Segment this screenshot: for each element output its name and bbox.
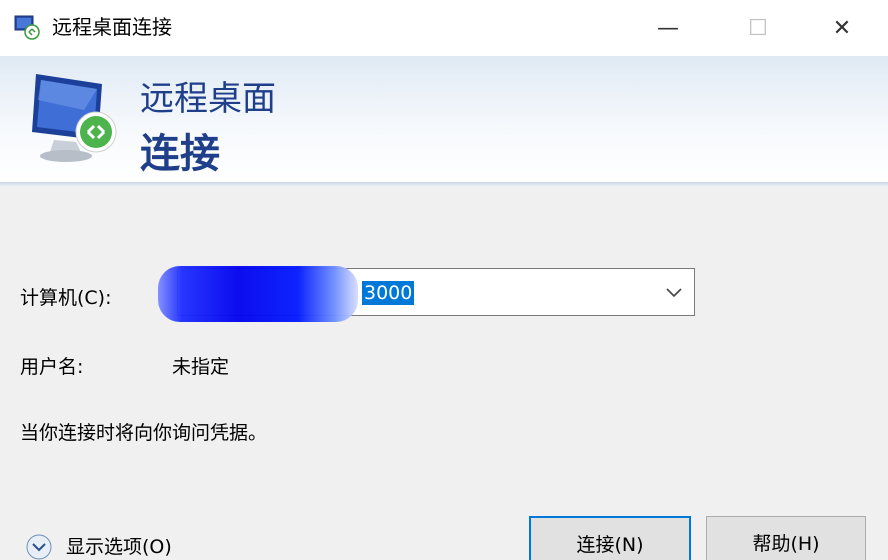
monitor-connection-icon [32,74,117,162]
help-button-label: 帮助(H) [752,533,820,555]
connect-button[interactable]: 连接(N) [529,516,691,560]
maximize-button[interactable]: ☐ [712,0,804,56]
window-title: 远程桌面连接 [52,15,172,39]
chevron-down-icon[interactable] [664,282,684,302]
connect-button-label: 连接(N) [576,534,644,556]
minimize-icon: — [657,15,679,41]
banner-divider [0,182,888,186]
remote-desktop-icon [14,15,40,40]
credentials-note: 当你连接时将向你询问凭据。 [20,422,268,444]
chevron-circle-down-icon[interactable] [26,534,52,560]
computer-label: 计算机(C): [20,287,112,309]
close-button[interactable]: ✕ [796,0,888,56]
username-label: 用户名: [20,356,84,378]
show-options-label[interactable]: 显示选项(O) [66,535,172,559]
show-options-toggle[interactable]: 显示选项(O) [26,534,172,560]
minimize-button[interactable]: — [622,0,714,56]
banner-title-line2: 连接 [140,131,220,177]
username-value: 未指定 [172,356,230,378]
close-icon: ✕ [832,15,852,41]
computer-input-selected-text[interactable]: 3000 [362,281,415,305]
redaction-blur [158,266,358,322]
banner-title-line1: 远程桌面 [140,79,276,119]
maximize-icon: ☐ [748,15,768,41]
title-bar: 远程桌面连接 — ☐ ✕ [0,0,888,56]
help-button[interactable]: 帮助(H) [706,516,866,560]
